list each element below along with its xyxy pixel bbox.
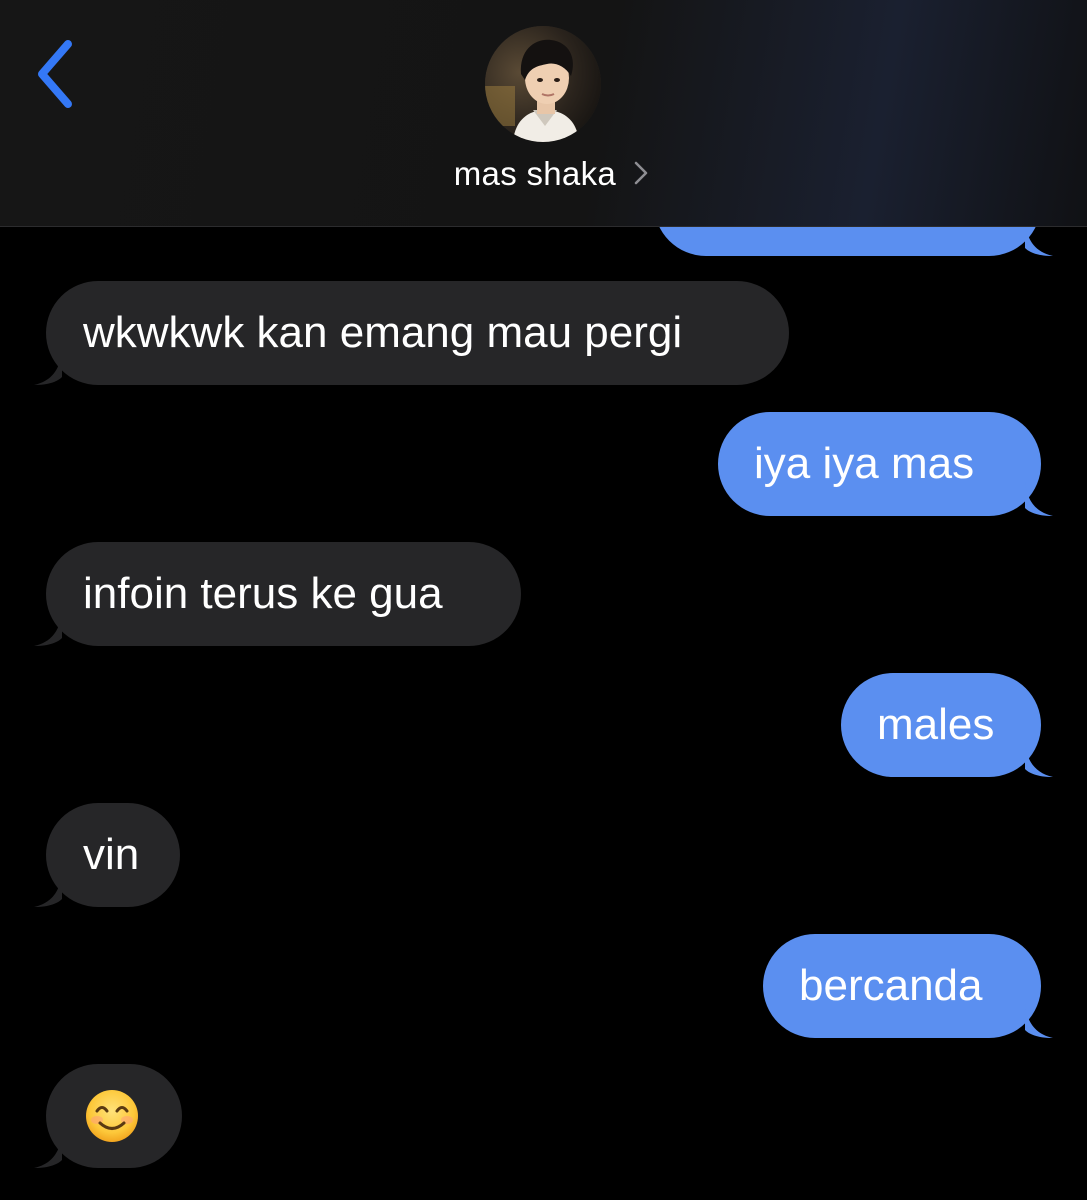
contact-photo <box>485 26 601 142</box>
message-bubble-sent[interactable]: males <box>841 673 1053 777</box>
message-text: bercanda <box>799 961 983 1010</box>
chevron-right-icon <box>634 162 648 185</box>
bubble-tail <box>34 612 62 646</box>
message-bubble-received[interactable]: vin <box>34 803 180 907</box>
message-bubble-sent[interactable]: iya iya mas <box>718 412 1053 516</box>
chevron-left-icon <box>38 40 72 108</box>
bubble-tail <box>1025 222 1053 256</box>
contact-avatar[interactable] <box>485 26 601 142</box>
smiling-face-emoji-icon <box>86 1090 138 1142</box>
bubble-tail <box>1025 1004 1053 1038</box>
message-text: iya iya mas <box>754 439 975 488</box>
message-text: vin <box>83 830 140 879</box>
message-text: wkwkwk kan emang mau pergi <box>83 308 683 357</box>
conversation-header: mas shaka <box>0 0 1087 227</box>
back-button[interactable] <box>30 36 90 112</box>
bubble-tail <box>34 873 62 907</box>
bubble-tail <box>34 1134 62 1168</box>
bubble-tail <box>34 351 62 385</box>
contact-name: mas shaka <box>453 155 617 192</box>
message-bubble-sent[interactable]: bercanda <box>763 934 1053 1038</box>
bubble-tail <box>1025 743 1053 777</box>
message-text: infoin terus ke gua <box>83 569 443 618</box>
message-bubble-received[interactable]: infoin terus ke gua <box>34 542 521 646</box>
message-bubble-received[interactable]: wkwkwk kan emang mau pergi <box>34 281 789 385</box>
bubble-tail <box>1025 482 1053 516</box>
message-bubble-received[interactable] <box>34 1064 182 1168</box>
messages-screen: wkwkwk kan emang mau pergi iya iya mas i… <box>0 0 1087 1200</box>
contact-name-button[interactable]: mas shaka <box>0 150 1087 198</box>
message-text: males <box>877 700 995 749</box>
